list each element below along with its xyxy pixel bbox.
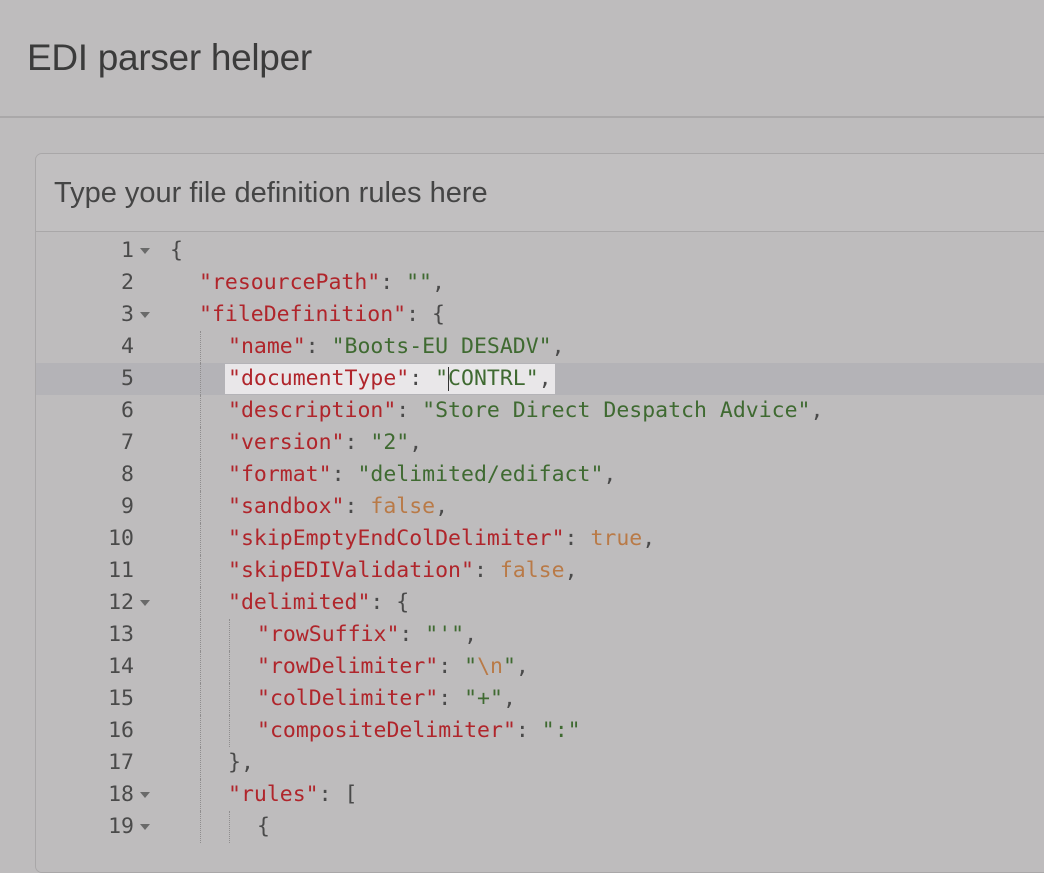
code-line[interactable]: 15 "colDelimiter": "+", bbox=[36, 683, 1044, 715]
indent-guide bbox=[229, 683, 230, 715]
line-number: 12 bbox=[108, 590, 134, 615]
fold-toggle-icon[interactable] bbox=[140, 248, 150, 254]
code-text: "format": "delimited/edifact", bbox=[228, 462, 617, 487]
code-text: { bbox=[170, 238, 183, 263]
line-number: 2 bbox=[121, 270, 134, 295]
code-line[interactable]: 5 "documentType": "CONTRL", bbox=[36, 363, 1044, 395]
line-number: 10 bbox=[108, 526, 134, 551]
indent-guide bbox=[200, 779, 201, 811]
code-text: "fileDefinition": { bbox=[199, 302, 445, 327]
fold-toggle-icon[interactable] bbox=[140, 824, 150, 830]
indent-guide bbox=[229, 651, 230, 683]
code-text: "resourcePath": "", bbox=[199, 270, 445, 295]
editor-panel-title: Type your file definition rules here bbox=[54, 177, 488, 209]
code-text: "sandbox": false, bbox=[228, 494, 449, 519]
code-line[interactable]: 3 "fileDefinition": { bbox=[36, 299, 1044, 331]
page-title: EDI parser helper bbox=[27, 37, 312, 78]
indent-guide bbox=[200, 331, 201, 363]
code-line[interactable]: 13 "rowSuffix": "'", bbox=[36, 619, 1044, 651]
code-text: "description": "Store Direct Despatch Ad… bbox=[228, 398, 824, 423]
code-line[interactable]: 11 "skipEDIValidation": false, bbox=[36, 555, 1044, 587]
code-text: "rowSuffix": "'", bbox=[257, 622, 478, 647]
line-number: 16 bbox=[108, 718, 134, 743]
text-cursor bbox=[448, 367, 450, 391]
code-line[interactable]: 2 "resourcePath": "", bbox=[36, 267, 1044, 299]
code-line[interactable]: 16 "compositeDelimiter": ":" bbox=[36, 715, 1044, 747]
indent-guide bbox=[229, 619, 230, 651]
code-text: "delimited": { bbox=[228, 590, 410, 615]
line-number: 15 bbox=[108, 686, 134, 711]
code-line[interactable]: 18 "rules": [ bbox=[36, 779, 1044, 811]
code-text: { bbox=[257, 814, 270, 839]
indent-guide bbox=[200, 651, 201, 683]
indent-guide bbox=[200, 523, 201, 555]
code-editor[interactable]: 1{2 "resourcePath": "", 3 "fileDefinition":… bbox=[36, 232, 1044, 872]
code-line[interactable]: 6 "description": "Store Direct Despatch A… bbox=[36, 395, 1044, 427]
line-number: 5 bbox=[121, 366, 134, 391]
editor-panel: Type your file definition rules here 1{2… bbox=[35, 153, 1044, 873]
line-number: 8 bbox=[121, 462, 134, 487]
editor-panel-header: Type your file definition rules here bbox=[36, 154, 1044, 232]
code-line[interactable]: 10 "skipEmptyEndColDelimiter": true, bbox=[36, 523, 1044, 555]
indent-guide bbox=[200, 491, 201, 523]
line-number: 11 bbox=[108, 558, 134, 583]
indent-guide bbox=[200, 747, 201, 779]
line-number: 9 bbox=[121, 494, 134, 519]
code-line[interactable]: 7 "version": "2", bbox=[36, 427, 1044, 459]
code-text: }, bbox=[228, 750, 254, 775]
code-text: "rules": [ bbox=[228, 782, 358, 807]
indent-guide bbox=[200, 427, 201, 459]
indent-guide bbox=[229, 715, 230, 747]
code-line[interactable]: 14 "rowDelimiter": "\n", bbox=[36, 651, 1044, 683]
line-number: 1 bbox=[121, 238, 134, 263]
indent-guide bbox=[200, 619, 201, 651]
line-number: 19 bbox=[108, 814, 134, 839]
indent-guide bbox=[200, 715, 201, 747]
code-text: "skipEmptyEndColDelimiter": true, bbox=[228, 526, 656, 551]
fold-toggle-icon[interactable] bbox=[140, 600, 150, 606]
indent-guide bbox=[200, 395, 201, 427]
line-number: 13 bbox=[108, 622, 134, 647]
indent-guide bbox=[200, 459, 201, 491]
line-number: 17 bbox=[108, 750, 134, 775]
line-number: 18 bbox=[108, 782, 134, 807]
code-line[interactable]: 8 "format": "delimited/edifact", bbox=[36, 459, 1044, 491]
fold-toggle-icon[interactable] bbox=[140, 792, 150, 798]
code-line[interactable]: 12 "delimited": { bbox=[36, 587, 1044, 619]
code-text: "version": "2", bbox=[228, 430, 423, 455]
line-number: 4 bbox=[121, 334, 134, 359]
fold-toggle-icon[interactable] bbox=[140, 312, 150, 318]
line-number: 6 bbox=[121, 398, 134, 423]
indent-guide bbox=[229, 811, 230, 843]
line-number: 3 bbox=[121, 302, 134, 327]
code-line[interactable]: 4 "name": "Boots-EU DESADV", bbox=[36, 331, 1044, 363]
indent-guide bbox=[200, 587, 201, 619]
code-line[interactable]: 9 "sandbox": false, bbox=[36, 491, 1044, 523]
indent-guide bbox=[200, 683, 201, 715]
indent-guide bbox=[200, 363, 201, 395]
code-text: "colDelimiter": "+", bbox=[257, 686, 516, 711]
code-text: "name": "Boots-EU DESADV", bbox=[228, 334, 565, 359]
line-number: 14 bbox=[108, 654, 134, 679]
app-header: EDI parser helper bbox=[0, 0, 1044, 118]
code-text: "documentType": "CONTRL", bbox=[228, 366, 552, 391]
line-number: 7 bbox=[121, 430, 134, 455]
indent-guide bbox=[200, 555, 201, 587]
code-text: "compositeDelimiter": ":" bbox=[257, 718, 581, 743]
indent-guide bbox=[200, 811, 201, 843]
code-text: "rowDelimiter": "\n", bbox=[257, 654, 529, 679]
code-line[interactable]: 17}, bbox=[36, 747, 1044, 779]
code-line[interactable]: 19 { bbox=[36, 811, 1044, 843]
code-line[interactable]: 1{ bbox=[36, 235, 1044, 267]
code-text: "skipEDIValidation": false, bbox=[228, 558, 578, 583]
